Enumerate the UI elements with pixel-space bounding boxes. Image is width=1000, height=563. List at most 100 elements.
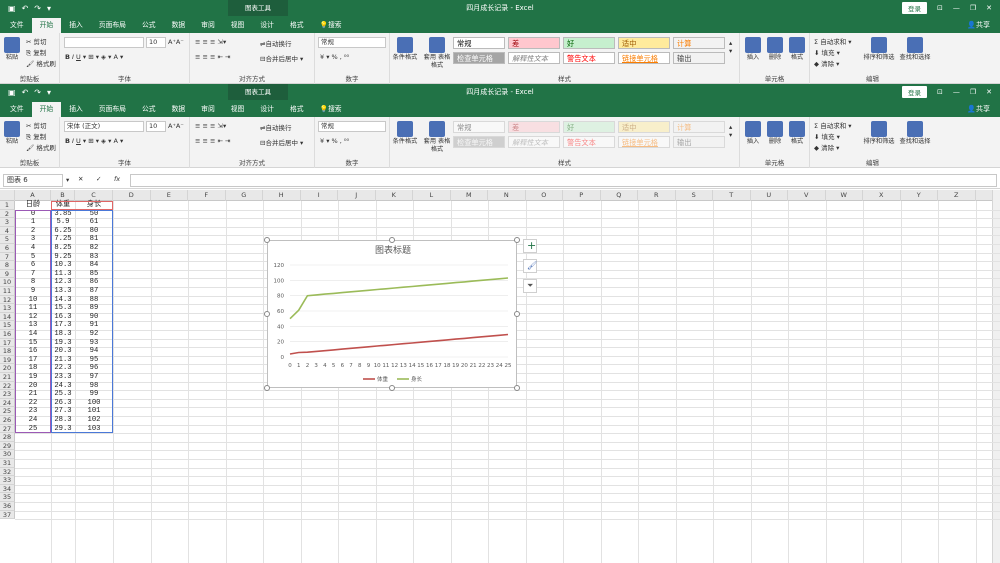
name-box[interactable]: 图表 6 — [3, 174, 63, 187]
style-neutral[interactable]: 适中 — [618, 37, 670, 49]
delete-cells-button[interactable]: 删除 — [766, 37, 784, 62]
select-all-corner[interactable] — [0, 190, 15, 201]
line-chart[interactable]: 图表标题 0 20 40 60 80 100 120 0 1 2 3 4 5 6 7 8 9 10 11 12 13 14 1… — [264, 237, 520, 391]
column-header-L[interactable]: L — [413, 190, 451, 201]
row-header-11[interactable]: 11 — [0, 287, 15, 296]
style-explanatory-secondary[interactable]: 解释性文本 — [508, 136, 560, 148]
row-header-15[interactable]: 15 — [0, 321, 15, 330]
tab-design[interactable]: 设计 — [252, 18, 282, 33]
restore-icon-secondary[interactable]: ❐ — [970, 88, 976, 96]
enter-icon[interactable]: ✓ — [96, 175, 101, 183]
name-box-dropdown-icon[interactable]: ▾ — [66, 176, 69, 184]
style-output-secondary[interactable]: 输出 — [673, 136, 725, 148]
copy-button[interactable]: ⎘ 复制 — [26, 47, 46, 58]
font-size-select[interactable]: 10 — [146, 37, 166, 48]
row-header-31[interactable]: 31 — [0, 459, 15, 468]
tab-review-secondary[interactable]: 审阅 — [193, 102, 223, 117]
cut-button-secondary[interactable]: ✂ 剪切 — [26, 120, 47, 130]
column-header-X[interactable]: X — [863, 190, 901, 201]
fill-button[interactable]: ⬇ 填充 ▾ — [814, 47, 840, 57]
share-button-secondary[interactable]: 👤共享 — [967, 102, 1000, 117]
style-good[interactable]: 好 — [563, 37, 615, 49]
redo-icon[interactable]: ↷ — [34, 4, 41, 13]
row-header-18[interactable]: 18 — [0, 347, 15, 356]
login-button-secondary[interactable]: 登录 — [901, 86, 927, 98]
column-header-H[interactable]: H — [263, 190, 301, 201]
cell-A1[interactable]: 日龄 — [15, 201, 51, 210]
styles-scroll-icon[interactable]: ▴ ▾ — [729, 39, 732, 55]
autosum-button[interactable]: Σ 自动求和 ▾ — [814, 36, 852, 46]
row-header-9[interactable]: 9 — [0, 269, 15, 279]
style-explanatory[interactable]: 解释性文本 — [508, 52, 560, 64]
row-header-25[interactable]: 25 — [0, 407, 15, 416]
ribbon-display-icon[interactable]: ⊡ — [937, 4, 943, 12]
row-header-32[interactable]: 32 — [0, 467, 15, 477]
paste-button-secondary[interactable]: 粘贴 — [3, 121, 21, 146]
grow-font-icon-secondary[interactable]: A⁺A⁻ — [168, 122, 184, 130]
style-calculation-secondary[interactable]: 计算 — [673, 121, 725, 133]
customize-quick-access-icon-secondary[interactable]: ▾ — [47, 88, 51, 97]
column-header-W[interactable]: W — [826, 190, 863, 201]
row-header-30[interactable]: 30 — [0, 450, 15, 459]
column-header-U[interactable]: U — [751, 190, 788, 201]
column-header-P[interactable]: P — [563, 190, 601, 201]
style-check-cell-secondary[interactable]: 检查单元格 — [453, 136, 505, 148]
grow-font-icon[interactable]: A⁺A⁻ — [168, 38, 184, 46]
bold-icon[interactable]: B I U ▾ ⊞ ▾ ◈ ▾ A ▾ — [65, 53, 123, 61]
row-header-28[interactable]: 28 — [0, 433, 15, 442]
font-name-select[interactable] — [64, 37, 144, 48]
minimize-icon-secondary[interactable]: — — [953, 88, 960, 96]
style-bad[interactable]: 差 — [508, 37, 560, 49]
font-name-select-secondary[interactable]: 宋体 (正文) — [64, 121, 144, 132]
column-header-T[interactable]: T — [713, 190, 751, 201]
insert-cells-button-secondary[interactable]: 插入 — [744, 121, 762, 146]
tab-page-layout[interactable]: 页面布局 — [91, 18, 134, 33]
cancel-icon[interactable]: ✕ — [78, 175, 83, 183]
tab-insert-secondary[interactable]: 插入 — [61, 102, 91, 117]
row-header-1[interactable]: 1 — [0, 201, 15, 210]
style-calculation[interactable]: 计算 — [673, 37, 725, 49]
format-painter-button[interactable]: 🖌 格式刷 — [26, 58, 56, 68]
row-header-20[interactable]: 20 — [0, 364, 15, 373]
style-bad-secondary[interactable]: 差 — [508, 121, 560, 133]
tab-data[interactable]: 数据 — [164, 18, 194, 33]
tab-insert[interactable]: 插入 — [61, 18, 91, 33]
tab-design-secondary[interactable]: 设计 — [252, 102, 282, 117]
resize-handle[interactable] — [514, 237, 520, 243]
align-top-icon-secondary[interactable]: ≡ ≡ ≡ ⇲▾ — [195, 122, 226, 130]
undo-icon-secondary[interactable]: ↶ — [22, 88, 29, 97]
style-normal-secondary[interactable]: 常规 — [453, 121, 505, 133]
tab-home[interactable]: 开始 — [31, 18, 62, 33]
share-button[interactable]: 👤共享 — [967, 18, 1000, 33]
style-linked-cell-secondary[interactable]: 链接单元格 — [618, 136, 670, 148]
close-icon[interactable]: ✕ — [986, 4, 992, 12]
resize-handle[interactable] — [389, 237, 395, 243]
merge-center-button[interactable]: ⊟合并后居中 ▾ — [260, 53, 303, 63]
row-header-7[interactable]: 7 — [0, 252, 15, 262]
tab-view-secondary[interactable]: 视图 — [223, 102, 253, 117]
resize-handle[interactable] — [264, 385, 270, 391]
delete-cells-button-secondary[interactable]: 删除 — [766, 121, 784, 146]
format-as-table-button[interactable]: 套用 表格格式 — [422, 37, 452, 70]
tab-formulas[interactable]: 公式 — [134, 18, 164, 33]
resize-handle[interactable] — [514, 385, 520, 391]
row-header-21[interactable]: 21 — [0, 373, 15, 382]
find-select-button[interactable]: 查找和选择 — [898, 37, 932, 62]
row-header-6[interactable]: 6 — [0, 244, 15, 253]
vertical-scrollbar[interactable] — [992, 190, 1000, 563]
number-format-select[interactable]: 常规 — [318, 37, 386, 48]
row-header-12[interactable]: 12 — [0, 295, 15, 305]
style-good-secondary[interactable]: 好 — [563, 121, 615, 133]
restore-icon[interactable]: ❐ — [970, 4, 976, 12]
tab-file-secondary[interactable]: 文件 — [2, 102, 32, 117]
minimize-icon[interactable]: — — [953, 4, 960, 12]
style-normal[interactable]: 常规 — [453, 37, 505, 49]
row-header-8[interactable]: 8 — [0, 261, 15, 270]
ribbon-display-icon-secondary[interactable]: ⊡ — [937, 88, 943, 96]
column-header-B[interactable]: B — [51, 190, 75, 201]
row-header-2[interactable]: 2 — [0, 209, 15, 219]
font-size-select-secondary[interactable]: 10 — [146, 121, 166, 132]
copy-button-secondary[interactable]: ⎘ 复制 — [26, 131, 46, 142]
tab-file[interactable]: 文件 — [2, 18, 32, 33]
style-linked-cell[interactable]: 链接单元格 — [618, 52, 670, 64]
